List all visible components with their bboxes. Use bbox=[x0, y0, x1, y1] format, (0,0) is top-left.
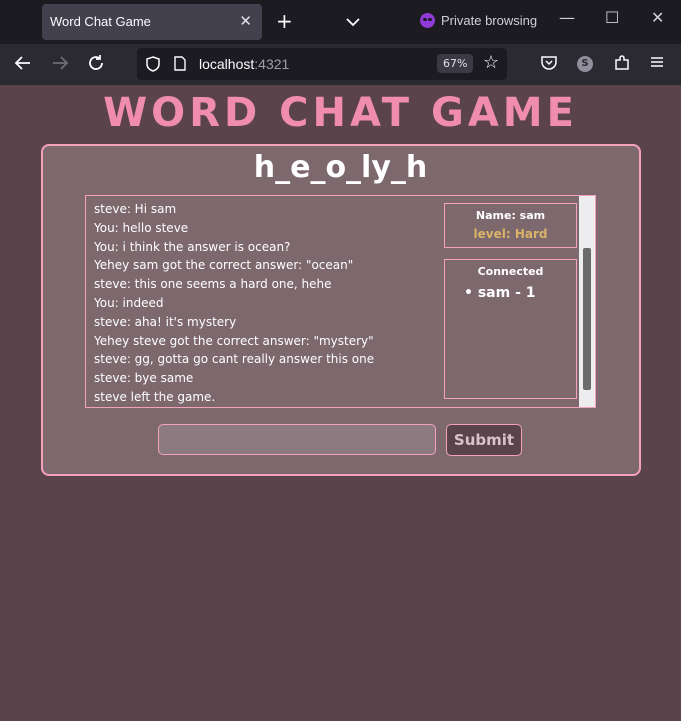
maximize-icon[interactable]: ☐ bbox=[605, 8, 619, 27]
chat-message: steve: gg, gotta go cant really answer t… bbox=[94, 352, 375, 367]
menu-hamburger-icon[interactable] bbox=[649, 54, 665, 75]
tab-title: Word Chat Game bbox=[50, 14, 151, 29]
player-name: Name: sam bbox=[475, 209, 546, 222]
chat-message: steve: aha! it's mystery bbox=[94, 314, 237, 329]
back-arrow-icon[interactable] bbox=[14, 54, 32, 77]
reload-icon[interactable] bbox=[87, 54, 105, 77]
scrollbar-thumb[interactable] bbox=[583, 248, 591, 390]
chat-message: You: hello steve bbox=[94, 220, 189, 235]
browser-tab-bar: Word Chat Game ✕ + Private browsing — ☐ … bbox=[0, 0, 681, 44]
chat-message: steve: this one seems a hard one, hehe bbox=[94, 277, 332, 292]
connected-title: Connected bbox=[477, 265, 544, 278]
message-list: steve: Hi sam You: hello steve You: i thin… bbox=[94, 200, 439, 407]
url-port: :4321 bbox=[254, 56, 290, 72]
chat-message: You: i think the answer is ocean? bbox=[94, 239, 291, 254]
pocket-icon[interactable] bbox=[540, 54, 558, 77]
answer-input[interactable] bbox=[158, 424, 436, 455]
connected-players-card: Connected • sam - 1 bbox=[444, 259, 577, 399]
url-bar[interactable]: localhost:4321 67% ☆ bbox=[137, 48, 507, 80]
browser-tab[interactable]: Word Chat Game ✕ bbox=[42, 4, 262, 40]
chevron-down-icon[interactable] bbox=[346, 12, 360, 31]
private-mask-icon bbox=[420, 13, 435, 28]
chat-message: steve left the game. bbox=[94, 389, 216, 404]
hidden-word: h_e_o_ly_h bbox=[253, 150, 428, 185]
page-icon bbox=[174, 56, 186, 75]
browser-nav-bar: localhost:4321 67% ☆ S bbox=[0, 44, 681, 85]
private-browsing-label: Private browsing bbox=[441, 13, 538, 28]
url-host: localhost bbox=[199, 56, 255, 72]
player-info-card: Name: sam level: Hard bbox=[444, 203, 577, 248]
game-title: WORD CHAT GAME bbox=[103, 90, 578, 136]
chat-scrollbar[interactable] bbox=[579, 196, 595, 407]
private-browsing-indicator: Private browsing bbox=[420, 13, 537, 28]
shield-icon[interactable] bbox=[146, 56, 160, 76]
chat-message: steve: Hi sam bbox=[94, 202, 177, 216]
minimize-icon[interactable]: — bbox=[559, 8, 575, 27]
chat-message: Yehey sam got the correct answer: "ocean… bbox=[94, 258, 354, 273]
chat-message: Yehey steve got the correct answer: "mys… bbox=[94, 333, 374, 348]
player-level: level: Hard bbox=[473, 227, 548, 241]
chat-message: You: indeed bbox=[94, 295, 164, 310]
connected-player: • sam - 1 bbox=[464, 285, 536, 301]
url-text[interactable]: localhost:4321 bbox=[199, 56, 289, 72]
forward-arrow-icon[interactable] bbox=[51, 54, 69, 77]
bookmark-star-icon[interactable]: ☆ bbox=[483, 52, 499, 73]
zoom-badge[interactable]: 67% bbox=[437, 54, 474, 73]
submit-button[interactable]: Submit bbox=[446, 424, 522, 456]
new-tab-icon[interactable]: + bbox=[276, 9, 293, 33]
tab-close-icon[interactable]: ✕ bbox=[239, 12, 252, 30]
window-close-icon[interactable]: ✕ bbox=[651, 8, 664, 27]
chat-message: steve: bye same bbox=[94, 371, 194, 386]
extensions-icon[interactable] bbox=[613, 54, 631, 77]
account-avatar[interactable]: S bbox=[577, 56, 593, 72]
